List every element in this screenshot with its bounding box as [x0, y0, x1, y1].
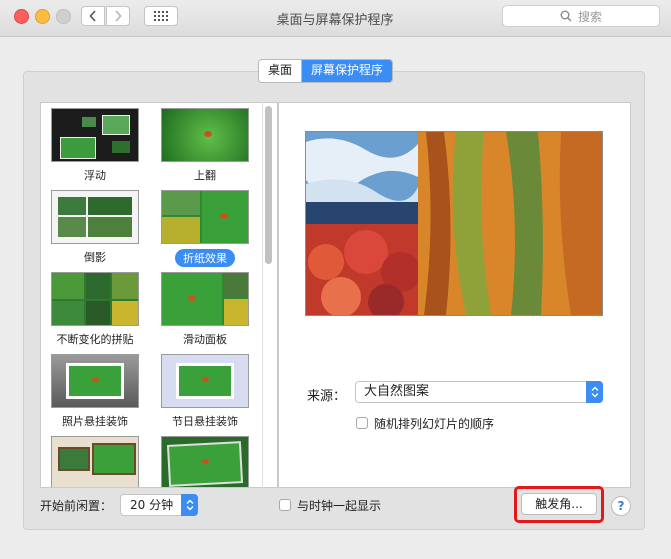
show-clock-checkbox[interactable]	[279, 499, 291, 511]
chevron-updown-icon	[586, 381, 603, 403]
preferences-window: 桌面与屏幕保护程序 搜索 桌面 屏幕保护程序 浮动 上翻 倒影 折纸效果 不断变…	[0, 0, 671, 559]
screensaver-label: 照片悬挂装饰	[62, 415, 128, 428]
screensaver-thumbnail	[51, 354, 139, 408]
list-scrollbar[interactable]	[265, 106, 272, 264]
shuffle-label: 随机排列幻灯片的顺序	[374, 417, 495, 431]
list-item[interactable]: 浮动	[50, 108, 140, 183]
preview-image	[306, 132, 602, 315]
minimize-button[interactable]	[35, 9, 50, 24]
screensaver-list[interactable]: 浮动 上翻 倒影 折纸效果 不断变化的拼贴 滑动面板 照片悬挂装饰 节日悬挂装饰	[40, 102, 278, 488]
chevron-right-icon	[115, 10, 122, 22]
list-item[interactable]: 照片悬挂装饰	[50, 354, 140, 429]
screensaver-thumbnail	[51, 436, 139, 487]
list-item[interactable]: 不断变化的拼贴	[50, 272, 140, 347]
screensaver-label: 节日悬挂装饰	[172, 415, 238, 428]
source-value: 大自然图案	[364, 384, 430, 399]
chevron-updown-icon	[181, 494, 198, 516]
back-button[interactable]	[81, 6, 105, 26]
screensaver-label: 滑动面板	[183, 333, 227, 346]
screensaver-thumbnail	[161, 354, 249, 408]
show-clock-label: 与时钟一起显示	[297, 499, 382, 513]
grid-icon	[154, 11, 168, 21]
screensaver-thumbnail	[161, 272, 249, 326]
screensaver-thumbnail	[51, 108, 139, 162]
list-item[interactable]: 上翻	[160, 108, 250, 183]
zoom-button[interactable]	[56, 9, 71, 24]
screensaver-thumbnail	[51, 272, 139, 326]
title-bar: 桌面与屏幕保护程序 搜索	[0, 0, 671, 37]
tab-screensaver[interactable]: 屏幕保护程序	[301, 60, 393, 82]
idle-time-value: 20 分钟	[130, 498, 174, 512]
idle-start-label: 开始前闲置：	[40, 499, 113, 513]
shuffle-checkbox[interactable]	[356, 417, 368, 429]
idle-time-popup[interactable]: 20 分钟	[120, 494, 198, 516]
list-item[interactable]: 倒影	[50, 190, 140, 265]
list-item[interactable]: 节日悬挂装饰	[160, 354, 250, 429]
list-divider	[262, 102, 263, 488]
screensaver-label: 不断变化的拼贴	[56, 333, 134, 346]
screensaver-thumbnail	[161, 190, 249, 244]
hot-corners-button[interactable]: 触发角...	[521, 493, 597, 515]
search-field[interactable]: 搜索	[502, 5, 660, 27]
tab-desktop[interactable]: 桌面	[259, 60, 301, 82]
screensaver-label: 浮动	[84, 169, 106, 182]
list-item[interactable]	[160, 436, 250, 487]
source-label: 来源：	[307, 389, 347, 404]
screensaver-label: 上翻	[194, 169, 216, 182]
screensaver-label: 倒影	[84, 251, 106, 264]
screensaver-preview	[305, 131, 603, 316]
search-icon	[560, 10, 572, 22]
list-item[interactable]	[50, 436, 140, 487]
search-placeholder: 搜索	[577, 9, 602, 24]
screensaver-label: 折纸效果	[175, 249, 235, 267]
forward-button[interactable]	[106, 6, 130, 26]
chevron-left-icon	[89, 10, 96, 22]
screensaver-thumbnail	[161, 436, 249, 487]
window-title: 桌面与屏幕保护程序	[276, 13, 394, 28]
help-button[interactable]: ?	[611, 496, 631, 516]
tab-bar: 桌面 屏幕保护程序	[258, 59, 394, 83]
list-item[interactable]: 折纸效果	[160, 190, 250, 267]
close-button[interactable]	[14, 9, 29, 24]
list-item[interactable]: 滑动面板	[160, 272, 250, 347]
show-all-button[interactable]	[144, 6, 178, 26]
screensaver-thumbnail	[51, 190, 139, 244]
screensaver-thumbnail	[161, 108, 249, 162]
source-popup[interactable]: 大自然图案	[355, 381, 603, 403]
